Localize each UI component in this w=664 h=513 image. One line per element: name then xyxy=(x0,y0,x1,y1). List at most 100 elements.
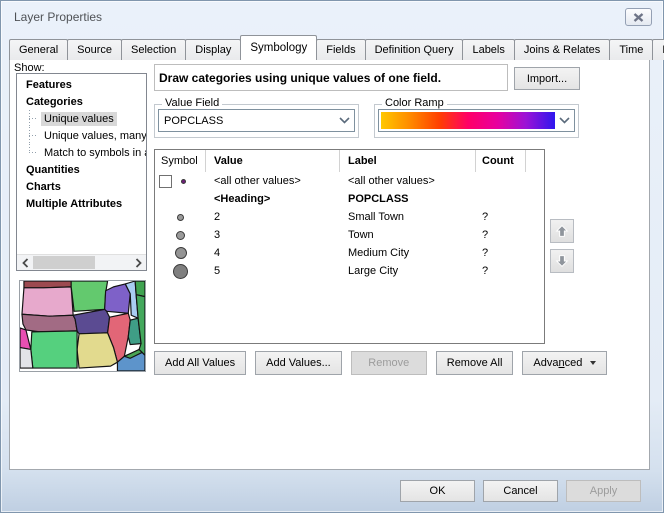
cancel-button[interactable]: Cancel xyxy=(483,480,558,502)
symbol-dot[interactable] xyxy=(181,179,186,184)
tab-fields[interactable]: Fields xyxy=(316,39,365,60)
table-row[interactable]: 5Large City? xyxy=(155,262,544,280)
show-item-match-to-symbols-in-a[interactable]: Match to symbols in a xyxy=(17,144,146,161)
show-item-categories[interactable]: Categories xyxy=(17,93,146,110)
scroll-track[interactable] xyxy=(33,255,130,270)
show-item-label: Features xyxy=(23,78,75,92)
cell-symbol xyxy=(155,262,206,280)
show-tree: FeaturesCategories Unique valuesUnique va… xyxy=(17,76,146,212)
cell-count: ? xyxy=(476,226,526,244)
cell-value: 2 xyxy=(206,208,340,226)
cell-count xyxy=(476,190,526,208)
show-item-multiple-attributes[interactable]: Multiple Attributes xyxy=(17,195,146,212)
cell-label: Small Town xyxy=(340,208,476,226)
column-header-value[interactable]: Value xyxy=(206,150,340,172)
state-shape xyxy=(71,281,107,311)
scroll-thumb[interactable] xyxy=(33,256,95,269)
tab-joins-relates[interactable]: Joins & Relates xyxy=(514,39,610,60)
state-shape xyxy=(73,309,109,333)
table-body: <all other values><all other values><Hea… xyxy=(155,172,544,280)
show-item-unique-values-many[interactable]: Unique values, many xyxy=(17,127,146,144)
row-checkbox[interactable] xyxy=(159,175,172,188)
column-header-count[interactable]: Count xyxy=(476,150,526,172)
cell-label: POPCLASS xyxy=(340,190,476,208)
symbol-dot[interactable] xyxy=(176,231,185,240)
tab-labels[interactable]: Labels xyxy=(462,39,514,60)
arrow-down-icon xyxy=(554,253,570,269)
advanced-button[interactable]: Advanced xyxy=(522,351,607,375)
state-shape xyxy=(20,328,31,350)
table-row[interactable]: <all other values><all other values> xyxy=(155,172,544,190)
cell-count xyxy=(476,172,526,190)
value-field-selected: POPCLASS xyxy=(159,110,335,131)
chevron-down-icon[interactable] xyxy=(555,110,574,131)
show-item-features[interactable]: Features xyxy=(17,76,146,93)
column-header-label[interactable]: Label xyxy=(340,150,476,172)
cell-symbol xyxy=(155,208,206,226)
move-down-button[interactable] xyxy=(550,249,574,273)
show-item-label: Unique values xyxy=(41,112,117,126)
show-item-label: Multiple Attributes xyxy=(23,197,125,211)
value-field-label: Value Field xyxy=(162,97,222,109)
tab-display[interactable]: Display xyxy=(185,39,241,60)
move-up-button[interactable] xyxy=(550,219,574,243)
table-row[interactable]: 4Medium City? xyxy=(155,244,544,262)
cell-label: <all other values> xyxy=(340,172,476,190)
cell-symbol xyxy=(155,190,206,208)
ok-button[interactable]: OK xyxy=(400,480,475,502)
draw-method-description: Draw categories using unique values of o… xyxy=(154,64,508,91)
symbol-dot[interactable] xyxy=(177,214,184,221)
column-header-symbol[interactable]: Symbol xyxy=(155,150,206,172)
tree-scrollbar[interactable] xyxy=(17,254,146,270)
cell-value: <all other values> xyxy=(206,172,340,190)
window-title: Layer Properties xyxy=(14,10,102,24)
title-bar[interactable]: Layer Properties xyxy=(1,1,663,33)
remove-button[interactable]: Remove xyxy=(351,351,427,375)
scroll-left-button[interactable] xyxy=(17,255,33,270)
footer-buttons: OK Cancel Apply xyxy=(1,480,653,502)
cell-count: ? xyxy=(476,208,526,226)
tab-general[interactable]: General xyxy=(9,39,68,60)
table-row[interactable]: 3Town? xyxy=(155,226,544,244)
close-icon xyxy=(633,13,644,22)
symbol-dot[interactable] xyxy=(175,247,187,259)
tab-html-popup[interactable]: HTML Popup xyxy=(652,39,664,60)
table-row[interactable]: 2Small Town? xyxy=(155,208,544,226)
column-header-filler xyxy=(526,150,544,172)
table-row[interactable]: <Heading>POPCLASS xyxy=(155,190,544,208)
dropdown-arrow-icon xyxy=(590,361,596,365)
show-item-label: Match to symbols in a xyxy=(41,146,147,160)
state-shape xyxy=(105,284,131,313)
color-ramp-label: Color Ramp xyxy=(382,97,447,109)
value-field-dropdown[interactable]: POPCLASS xyxy=(158,109,355,132)
table-header: SymbolValueLabelCount xyxy=(155,150,544,172)
show-item-unique-values[interactable]: Unique values xyxy=(17,110,146,127)
symbol-dot[interactable] xyxy=(173,264,188,279)
show-item-label: Charts xyxy=(23,180,64,194)
symbology-tab-page: Show: FeaturesCategoriesUnique valuesUni… xyxy=(9,59,650,470)
show-item-charts[interactable]: Charts xyxy=(17,178,146,195)
tab-selection[interactable]: Selection xyxy=(121,39,186,60)
tab-source[interactable]: Source xyxy=(67,39,122,60)
arrow-up-icon xyxy=(554,223,570,239)
cell-value: 4 xyxy=(206,244,340,262)
color-ramp-dropdown[interactable] xyxy=(378,109,575,132)
tab-definition-query[interactable]: Definition Query xyxy=(365,39,464,60)
cell-count: ? xyxy=(476,244,526,262)
scroll-right-button[interactable] xyxy=(130,255,146,270)
add-values-button[interactable]: Add Values... xyxy=(255,351,342,375)
remove-all-button[interactable]: Remove All xyxy=(436,351,514,375)
tab-time[interactable]: Time xyxy=(609,39,653,60)
show-item-quantities[interactable]: Quantities xyxy=(17,161,146,178)
close-button[interactable] xyxy=(625,8,652,26)
add-all-values-button[interactable]: Add All Values xyxy=(154,351,246,375)
show-item-label: Quantities xyxy=(23,163,83,177)
chevron-down-icon[interactable] xyxy=(335,110,354,131)
color-ramp-gradient xyxy=(381,112,555,129)
tab-symbology[interactable]: Symbology xyxy=(240,35,317,60)
cell-label: Medium City xyxy=(340,244,476,262)
show-tree-box: FeaturesCategories Unique valuesUnique va… xyxy=(16,73,147,271)
apply-button[interactable]: Apply xyxy=(566,480,641,502)
import-button[interactable]: Import... xyxy=(514,67,580,90)
cell-label: Town xyxy=(340,226,476,244)
